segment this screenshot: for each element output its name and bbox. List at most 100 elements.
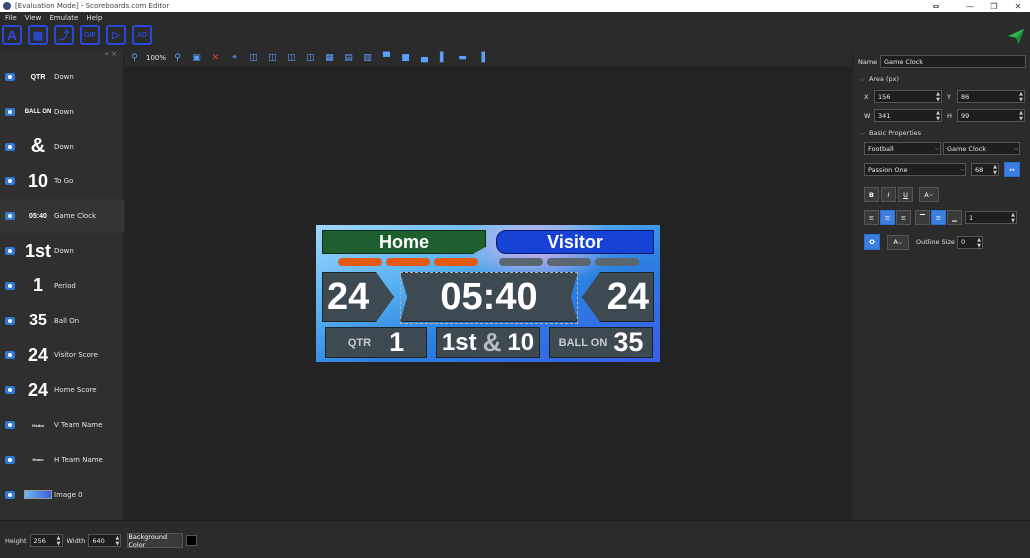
align-right-icon[interactable]: ▐: [476, 53, 487, 63]
align-left-icon[interactable]: ▌: [438, 53, 449, 63]
outline-toggle-icon[interactable]: O: [864, 234, 880, 250]
bring-to-front-icon[interactable]: ◫: [286, 53, 297, 63]
valign-top-button[interactable]: ▔: [915, 210, 930, 225]
home-team-name[interactable]: Home: [322, 230, 486, 254]
menu-file[interactable]: File: [5, 14, 17, 22]
w-field[interactable]: 341 ▲ ▼: [874, 109, 942, 122]
layer-item[interactable]: Home H Team Name: [0, 443, 124, 477]
home-score[interactable]: 24: [322, 272, 394, 322]
visibility-eye-icon[interactable]: [5, 351, 15, 360]
minimize-button[interactable]: —: [958, 2, 982, 11]
layer-item[interactable]: 10 To Go: [0, 164, 124, 198]
scoreboard-preview[interactable]: Home Visitor 24 05:40 24 QTR 1 1st & 10 …: [316, 225, 660, 362]
visibility-eye-icon[interactable]: [5, 177, 15, 186]
align-right-button[interactable]: ≡: [896, 210, 911, 225]
menu-help[interactable]: Help: [86, 14, 102, 22]
visibility-eye-icon[interactable]: [5, 316, 15, 325]
layer-item[interactable]: Image 0: [0, 478, 124, 512]
send-to-back-icon[interactable]: ◫: [305, 53, 316, 63]
bold-button[interactable]: B: [864, 187, 879, 202]
name-field[interactable]: Game Clock: [880, 55, 1026, 68]
restore-icon[interactable]: ⇔: [924, 2, 948, 11]
layer-item[interactable]: & Down: [0, 130, 124, 164]
layer-item[interactable]: 24 Visitor Score: [0, 338, 124, 372]
add-video-icon[interactable]: ▷: [106, 25, 126, 45]
basic-properties-section[interactable]: Basic Properties: [860, 129, 921, 138]
add-widget-icon[interactable]: ▦: [28, 25, 48, 45]
line-spacing-field[interactable]: 1 ▲ ▼: [965, 211, 1017, 224]
zoom-out-icon[interactable]: ⚲: [172, 53, 183, 63]
y-field[interactable]: 86 ▲ ▼: [957, 90, 1025, 103]
layer-item[interactable]: 1st Down: [0, 234, 124, 268]
close-button[interactable]: ✕: [1006, 2, 1030, 11]
zoom-in-icon[interactable]: ⚲: [129, 53, 140, 63]
fit-view-icon[interactable]: ▣: [191, 53, 202, 63]
text-color-button[interactable]: A ⌵: [919, 187, 939, 202]
layer-name: H Team Name: [54, 455, 103, 464]
letter-spacing-button[interactable]: ↔: [1004, 162, 1020, 177]
add-image-icon[interactable]: ⤴: [54, 25, 74, 45]
font-size-field[interactable]: 68 ▲ ▼: [971, 163, 999, 176]
layer-item[interactable]: Visitor V Team Name: [0, 408, 124, 442]
visibility-eye-icon[interactable]: [5, 421, 15, 429]
center-icon[interactable]: ▦: [324, 53, 335, 63]
align-top-icon[interactable]: ▀: [381, 53, 392, 63]
layer-item[interactable]: 24 Home Score: [0, 373, 124, 407]
height-field[interactable]: 256 ▲ ▼: [29, 534, 63, 547]
background-color-button[interactable]: Background Color: [127, 533, 184, 549]
menu-bar: File View Emulate Help: [0, 12, 1030, 23]
width-field[interactable]: 640 ▲ ▼: [88, 534, 122, 547]
visibility-eye-icon[interactable]: [5, 490, 15, 499]
align-middle-icon[interactable]: ■: [400, 53, 411, 63]
layer-item[interactable]: 1 Period: [0, 269, 124, 303]
ball-on-box[interactable]: BALL ON 35: [549, 327, 653, 358]
align-center-button[interactable]: ≡: [880, 210, 895, 225]
maximize-button[interactable]: ❐: [982, 2, 1006, 11]
layer-item[interactable]: 35 Ball On: [0, 304, 124, 338]
layer-thumbnail: 1st: [24, 240, 51, 261]
add-text-icon[interactable]: A: [2, 25, 22, 45]
align-bottom-icon[interactable]: ▄: [419, 53, 430, 63]
align-left-button[interactable]: ≡: [864, 210, 879, 225]
italic-button[interactable]: I: [881, 187, 896, 202]
menu-view[interactable]: View: [25, 14, 42, 22]
outline-color-button[interactable]: A⌵: [887, 234, 909, 250]
crop-icon[interactable]: ⌖: [229, 53, 240, 63]
valign-middle-button[interactable]: ≡: [931, 210, 946, 225]
add-gif-icon[interactable]: GIF: [80, 25, 100, 45]
period-box[interactable]: QTR 1: [325, 327, 427, 358]
layer-item[interactable]: 05:40 Game Clock: [0, 199, 124, 234]
distribute-v-icon[interactable]: ▥: [362, 53, 373, 63]
visibility-eye-icon[interactable]: [5, 281, 15, 290]
field-type-select[interactable]: Game Clock ⌵: [943, 142, 1020, 155]
visibility-eye-icon[interactable]: [5, 107, 15, 116]
underline-button[interactable]: U: [898, 187, 913, 202]
down-box[interactable]: 1st & 10: [436, 327, 540, 358]
visibility-eye-icon[interactable]: [5, 455, 15, 464]
sport-select[interactable]: Football ⌵: [864, 142, 941, 155]
visibility-eye-icon[interactable]: [5, 142, 15, 151]
send-backward-icon[interactable]: ◫: [267, 53, 278, 63]
design-canvas[interactable]: Home Visitor 24 05:40 24 QTR 1 1st & 10 …: [125, 66, 851, 520]
outline-size-field[interactable]: 0 ▲ ▼: [956, 235, 983, 249]
send-icon[interactable]: [1007, 27, 1025, 45]
layer-item[interactable]: BALL ON Down: [0, 95, 124, 129]
valign-bottom-button[interactable]: ▁: [947, 210, 962, 225]
h-field[interactable]: 99 ▲ ▼: [957, 109, 1025, 122]
align-center-icon[interactable]: ▬: [457, 53, 468, 63]
delete-icon[interactable]: ✕: [210, 53, 221, 63]
visibility-eye-icon[interactable]: [5, 247, 15, 255]
layer-item[interactable]: QTR Down: [0, 60, 124, 94]
x-field[interactable]: 156 ▲ ▼: [874, 90, 942, 103]
add-ad-icon[interactable]: AD: [132, 25, 152, 45]
area-section[interactable]: Area (px): [860, 75, 899, 84]
font-select[interactable]: Passion One ⌵: [864, 163, 966, 176]
visibility-eye-icon[interactable]: [5, 212, 15, 221]
background-color-swatch[interactable]: [186, 535, 198, 546]
distribute-h-icon[interactable]: ▤: [343, 53, 354, 63]
visibility-eye-icon[interactable]: [5, 386, 15, 395]
menu-emulate[interactable]: Emulate: [49, 14, 78, 22]
visitor-team-name[interactable]: Visitor: [496, 230, 654, 254]
visibility-eye-icon[interactable]: [5, 73, 15, 81]
bring-forward-icon[interactable]: ◫: [248, 53, 259, 63]
